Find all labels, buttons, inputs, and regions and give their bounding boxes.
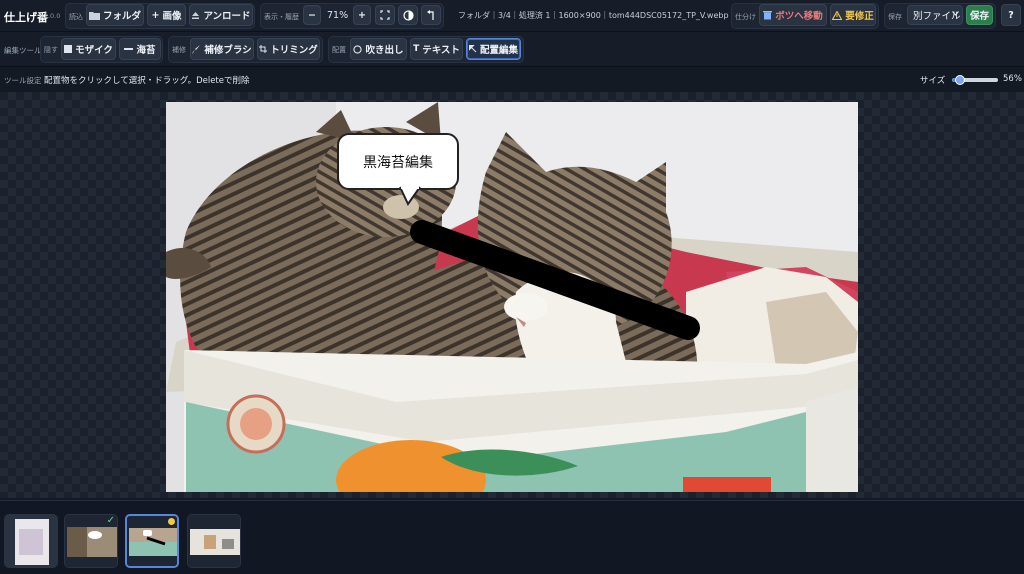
repair-brush-button-label: 補修ブラシ xyxy=(204,45,252,56)
repair-label: 補修 xyxy=(172,46,186,54)
speech-bubble-tail xyxy=(399,186,421,206)
folder-button-label: フォルダ xyxy=(102,11,141,22)
mosaic-icon xyxy=(64,45,73,53)
size-value: 56% xyxy=(1003,74,1022,84)
cat-photo xyxy=(166,102,858,492)
mosaic-button-label: モザイク xyxy=(75,45,113,56)
save-button[interactable]: 保存 xyxy=(966,5,993,25)
zoom-out-button[interactable]: − xyxy=(303,5,321,25)
thumbnail-2[interactable]: ✓ xyxy=(64,514,118,568)
nori-button-label: 海苔 xyxy=(136,45,156,56)
reject-button[interactable]: ボツへ移動 xyxy=(759,4,827,26)
edit-toolbar: 編集ツール 隠す モザイク 海苔 補修 補修ブラシ トリミング 配置 吹き出し xyxy=(0,32,1024,67)
editing-canvas[interactable]: 黒海苔編集 xyxy=(166,102,858,492)
needs-fix-button-label: 要修正 xyxy=(845,11,874,22)
place-label: 配置 xyxy=(332,46,346,54)
image-button[interactable]: + 画像 xyxy=(147,4,186,26)
thumbnail-3[interactable] xyxy=(125,514,179,568)
warning-icon xyxy=(832,10,843,20)
trimming-button-label: トリミング xyxy=(270,45,318,56)
dash-icon xyxy=(124,47,134,51)
status-text: フォルダ｜3/4｜処理済 1｜1600×900｜tom444DSC05172_T… xyxy=(458,11,739,20)
fit-screen-button[interactable] xyxy=(375,5,395,25)
tool-settings-label: ツール設定 xyxy=(4,76,42,85)
tool-settings-bar: ツール設定 配置物をクリックして選択・ドラッグ。Deleteで削除 サイズ 56… xyxy=(0,68,1024,92)
thumbnail-filmstrip: ✓ xyxy=(0,500,1024,574)
eject-icon xyxy=(191,11,200,20)
size-slider-thumb[interactable] xyxy=(955,75,965,85)
undo-icon xyxy=(426,9,436,21)
thumbnail-4-image xyxy=(188,515,240,567)
place-edit-button[interactable]: 配置編集 xyxy=(466,38,521,60)
contrast-button[interactable] xyxy=(398,5,418,25)
contrast-icon xyxy=(402,9,414,21)
folder-icon xyxy=(88,11,100,20)
plus-icon: + xyxy=(151,9,160,21)
main-toolbar: 仕上げ番 v1.0.0 読込 フォルダ + 画像 アンロード 表示・履歴 − 7… xyxy=(0,0,1024,32)
place-edit-button-label: 配置編集 xyxy=(479,45,518,56)
speech-bubble-icon xyxy=(353,44,363,54)
size-label: サイズ xyxy=(920,76,946,86)
text-icon: T xyxy=(413,44,420,54)
unload-button-label: アンロード xyxy=(203,11,251,22)
zoom-value: 71% xyxy=(327,10,349,21)
thumbnail-1-image xyxy=(5,515,57,567)
app-version: v1.0.0 xyxy=(40,12,61,20)
balloon-button-label: 吹き出し xyxy=(365,45,404,56)
balloon-button[interactable]: 吹き出し xyxy=(350,38,407,60)
nori-button[interactable]: 海苔 xyxy=(119,38,161,60)
edit-tools-label: 編集ツール xyxy=(4,46,42,55)
image-button-label: 画像 xyxy=(162,11,182,22)
undo-button[interactable] xyxy=(421,5,441,25)
mosaic-button[interactable]: モザイク xyxy=(61,38,116,60)
thumbnail-1[interactable] xyxy=(4,514,58,568)
needs-fix-dot-icon xyxy=(168,518,175,525)
cursor-arrow-icon xyxy=(468,45,477,53)
help-button[interactable]: ? xyxy=(1001,4,1021,26)
speech-bubble[interactable]: 黒海苔編集 xyxy=(337,133,459,190)
unload-button[interactable]: アンロード xyxy=(189,4,253,26)
folder-button[interactable]: フォルダ xyxy=(86,4,144,26)
save-mode-select[interactable]: 別ファイル xyxy=(907,5,963,25)
reject-button-label: ボツへ移動 xyxy=(775,11,823,22)
repair-brush-button[interactable]: 補修ブラシ xyxy=(190,38,254,60)
zoom-in-button[interactable]: + xyxy=(353,5,371,25)
text-button-label: テキスト xyxy=(422,45,460,56)
thumbnail-4[interactable] xyxy=(187,514,241,568)
fit-screen-icon xyxy=(380,10,390,20)
speech-bubble-text: 黒海苔編集 xyxy=(363,154,433,171)
tool-settings-hint: 配置物をクリックして選択・ドラッグ。Deleteで削除 xyxy=(44,76,250,86)
save-label: 保存 xyxy=(888,13,902,21)
processed-check-icon: ✓ xyxy=(106,515,115,526)
trimming-button[interactable]: トリミング xyxy=(257,38,320,60)
needs-fix-button[interactable]: 要修正 xyxy=(830,4,876,26)
chevron-down-icon xyxy=(952,11,959,16)
sort-label: 仕分け xyxy=(735,13,756,21)
crop-icon xyxy=(259,45,268,53)
trash-icon xyxy=(763,10,773,20)
size-slider[interactable] xyxy=(952,75,998,85)
brush-icon xyxy=(192,44,201,54)
load-label: 読込 xyxy=(69,13,83,21)
hide-label: 隠す xyxy=(44,46,58,54)
view-label: 表示・履歴 xyxy=(264,13,299,21)
text-button[interactable]: T テキスト xyxy=(410,38,463,60)
